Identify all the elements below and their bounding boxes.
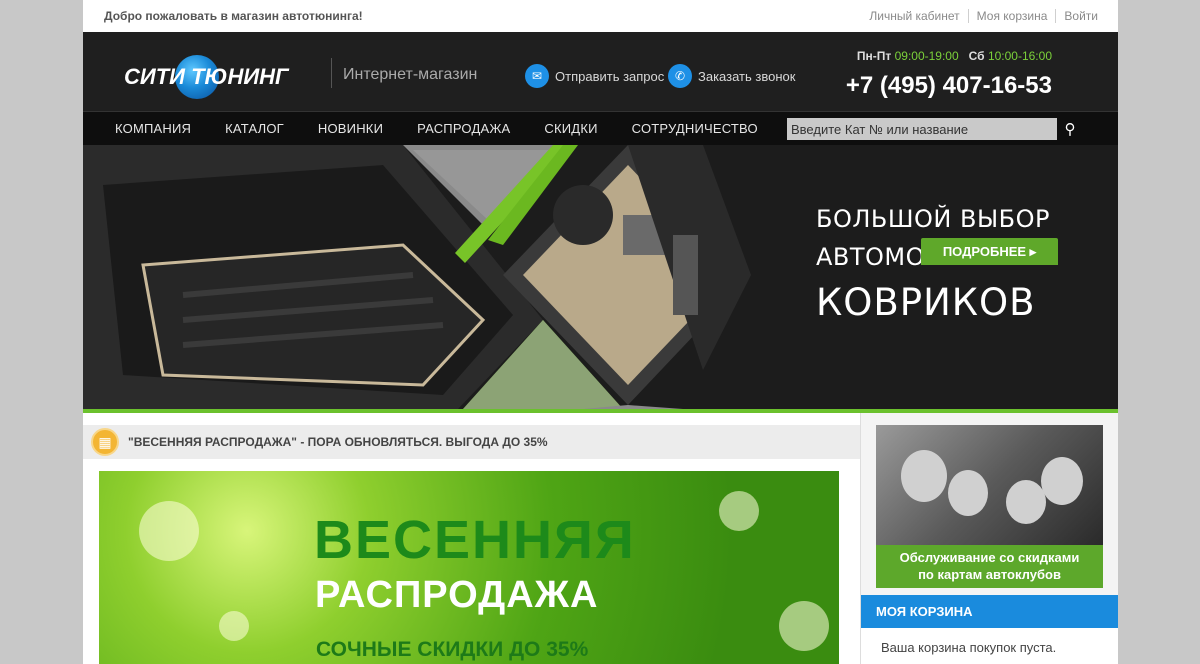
person-image: [948, 470, 988, 516]
ad-photo: [876, 425, 1103, 545]
bokeh-light: [719, 491, 759, 531]
ad-caption-line-2: по картам автоклубов: [918, 567, 1061, 582]
phone-number[interactable]: +7 (495) 407-16-53: [846, 72, 1052, 100]
my-cart-link[interactable]: Моя корзина: [967, 9, 1056, 23]
nav-menu: КОМПАНИЯ КАТАЛОГ НОВИНКИ РАСПРОДАЖА СКИД…: [115, 121, 792, 136]
main-content: ▦ "ВЕСЕННЯЯ РАСПРОДАЖА" - ПОРА ОБНОВЛЯТЬ…: [83, 413, 860, 664]
bokeh-light: [779, 601, 829, 651]
banner-artwork: [83, 145, 1118, 409]
more-button[interactable]: ПОДРОБНЕЕ ▸: [921, 238, 1058, 265]
cart-header: МОЯ КОРЗИНА: [861, 595, 1118, 628]
weekdays-hours: 09:00-19:00: [894, 49, 959, 63]
cart-empty-message: Ваша корзина покупок пуста.: [881, 640, 1057, 655]
calendar-icon: ▦: [91, 428, 119, 456]
promo-image-line-2: РАСПРОДАЖА: [315, 574, 599, 616]
send-request-label: Отправить запрос: [555, 68, 665, 84]
banner-line-1: БОЛЬШОЙ ВЫБОР: [816, 205, 1050, 233]
person-image: [1006, 480, 1046, 524]
search-icon[interactable]: ⚲: [1060, 119, 1080, 139]
nav-item-sale[interactable]: РАСПРОДАЖА: [417, 121, 510, 136]
account-link[interactable]: Личный кабинет: [861, 9, 967, 23]
nav-item-catalog[interactable]: КАТАЛОГ: [225, 121, 284, 136]
promo-title[interactable]: "ВЕСЕННЯЯ РАСПРОДАЖА" - ПОРА ОБНОВЛЯТЬСЯ…: [128, 435, 548, 449]
sidebar: Обслуживание со скидками по картам авток…: [860, 413, 1118, 664]
bokeh-light: [219, 611, 249, 641]
nav-item-discounts[interactable]: СКИДКИ: [544, 121, 597, 136]
person-image: [901, 450, 947, 502]
phone-icon: ✆: [668, 64, 692, 88]
envelope-icon: ✉: [525, 64, 549, 88]
promo-image-line-3: СОЧНЫЕ СКИДКИ ДО 35%: [316, 638, 589, 661]
top-bar: Добро пожаловать в магазин автотюнинга! …: [83, 0, 1118, 32]
order-call-link[interactable]: ✆ Заказать звонок: [668, 64, 795, 88]
main-nav: КОМПАНИЯ КАТАЛОГ НОВИНКИ РАСПРОДАЖА СКИД…: [83, 111, 1118, 145]
welcome-text: Добро пожаловать в магазин автотюнинга!: [104, 9, 363, 23]
page: Добро пожаловать в магазин автотюнинга! …: [83, 0, 1118, 664]
logo[interactable]: СИТИ ТЮНИНГ: [124, 55, 289, 99]
hero-banner[interactable]: БОЛЬШОЙ ВЫБОР АВТОМОБИЛЬНЫХ КОВРИКОВ: [83, 145, 1118, 409]
banner-line-3: КОВРИКОВ: [816, 281, 1036, 324]
ad-caption-line-1: Обслуживание со скидками: [899, 550, 1080, 565]
promo-image[interactable]: ВЕСЕННЯЯ РАСПРОДАЖА СОЧНЫЕ СКИДКИ ДО 35%: [99, 471, 839, 664]
send-request-link[interactable]: ✉ Отправить запрос: [525, 64, 664, 88]
account-links: Личный кабинет Моя корзина Войти: [861, 9, 1106, 23]
login-link[interactable]: Войти: [1055, 9, 1106, 23]
saturday-hours: 10:00-16:00: [987, 49, 1052, 63]
logo-divider: [331, 58, 332, 88]
search-input[interactable]: [787, 118, 1057, 140]
promo-image-line-1: ВЕСЕННЯЯ: [314, 510, 636, 570]
nav-item-new[interactable]: НОВИНКИ: [318, 121, 383, 136]
site-header: СИТИ ТЮНИНГ Интернет-магазин ✉ Отправить…: [83, 32, 1118, 111]
ad-caption: Обслуживание со скидками по картам авток…: [876, 545, 1103, 588]
logo-subtitle: Интернет-магазин: [343, 66, 478, 83]
work-hours: Пн-Пт 09:00-19:00 Сб 10:00-16:00: [857, 49, 1052, 63]
autoclub-ad[interactable]: Обслуживание со скидками по картам авток…: [876, 425, 1103, 588]
cart-body: Ваша корзина покупок пуста.: [861, 628, 1118, 664]
saturday-label: Сб: [968, 49, 985, 63]
nav-item-company[interactable]: КОМПАНИЯ: [115, 121, 191, 136]
weekdays-label: Пн-Пт: [856, 49, 892, 63]
logo-text: СИТИ ТЮНИНГ: [124, 64, 289, 89]
bokeh-light: [139, 501, 199, 561]
person-image: [1041, 457, 1083, 505]
nav-item-partnership[interactable]: СОТРУДНИЧЕСТВО: [632, 121, 758, 136]
promo-header: ▦ "ВЕСЕННЯЯ РАСПРОДАЖА" - ПОРА ОБНОВЛЯТЬ…: [83, 425, 860, 459]
order-call-label: Заказать звонок: [698, 68, 796, 84]
